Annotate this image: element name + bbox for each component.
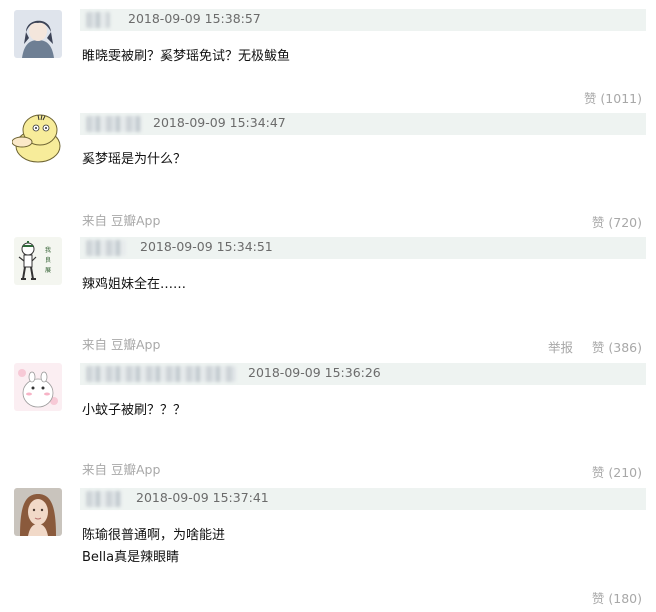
comment-item: 2018-09-09 15:38:57 睢晓雯被刷？奚梦瑶免试？无极鲅鱼 赞 (… [0,0,656,110]
comment-line: 陈瑜很普通啊，为啥能进 [82,528,226,543]
comment-item: 2018-09-09 15:34:47 奚梦瑶是为什么？ 来自 豆瓣App 赞 … [0,110,656,235]
comment-text: 小蚊子被刷？？？ [82,400,186,422]
comment-header: 2018-09-09 15:38:57 [80,9,646,31]
username-blurred[interactable] [86,240,126,256]
comment-timestamp: 2018-09-09 15:37:41 [136,490,269,505]
comment-timestamp: 2018-09-09 15:34:47 [153,115,286,130]
comment-item: 2018-09-09 15:36:26 小蚊子被刷？？？ 来自 豆瓣App 赞 … [0,360,656,485]
cartoon-character-avatar[interactable]: 我 良 展 [14,237,62,285]
like-button[interactable]: 赞 (210) [592,462,642,481]
avatar-caption: 我 [45,246,51,254]
comment-item: 我 良 展 2018-09-09 15:34:51 辣鸡姐妹全在…… 来自 豆瓣… [0,235,656,360]
comment-text: 辣鸡姐妹全在…… [82,274,186,296]
comment-line: 睢晓雯被刷？奚梦瑶免试？无极鲅鱼 [82,49,291,64]
username-blurred[interactable] [86,366,236,382]
comment-line: 奚梦瑶是为什么？ [82,152,187,167]
comment-header: 2018-09-09 15:36:26 [80,363,646,385]
comment-line: 辣鸡姐妹全在…… [82,277,187,292]
like-button[interactable]: 赞 (180) [592,588,642,607]
comment-timestamp: 2018-09-09 15:38:57 [128,11,261,26]
username-blurred[interactable] [86,116,142,132]
comment-text: 陈瑜很普通啊，为啥能进 Bella真是辣眼睛 [82,525,225,569]
woman-portrait-avatar[interactable] [14,488,62,536]
comment-timestamp: 2018-09-09 15:36:26 [248,365,381,380]
comment-header: 2018-09-09 15:34:51 [80,237,646,259]
comment-line: 小蚊子被刷？？？ [82,403,187,418]
anime-portrait-avatar[interactable] [14,10,62,58]
avatar-caption: 展 [45,267,51,274]
comment-text: 奚梦瑶是为什么？ [82,149,186,171]
comment-text: 睢晓雯被刷？奚梦瑶免试？无极鲅鱼 [82,46,290,68]
like-button[interactable]: 赞 (720) [592,212,642,231]
comment-line: Bella真是辣眼睛 [82,550,180,565]
comment-header: 2018-09-09 15:37:41 [80,488,646,510]
report-button[interactable]: 举报 [548,337,573,356]
psyduck-avatar[interactable] [12,112,64,164]
like-button[interactable]: 赞 (1011) [584,88,642,107]
avatar-caption: 良 [45,256,51,264]
moomin-avatar[interactable] [14,363,62,411]
comment-source: 来自 豆瓣App [82,337,161,352]
username-blurred[interactable] [86,12,110,28]
username-blurred[interactable] [86,491,122,507]
comment-timestamp: 2018-09-09 15:34:51 [140,239,273,254]
comment-source: 来自 豆瓣App [82,462,161,477]
comment-item: 2018-09-09 15:37:41 陈瑜很普通啊，为啥能进 Bella真是辣… [0,485,656,612]
comment-source: 来自 豆瓣App [82,213,161,228]
like-button[interactable]: 赞 (386) [592,337,642,356]
comment-header: 2018-09-09 15:34:47 [80,113,646,135]
